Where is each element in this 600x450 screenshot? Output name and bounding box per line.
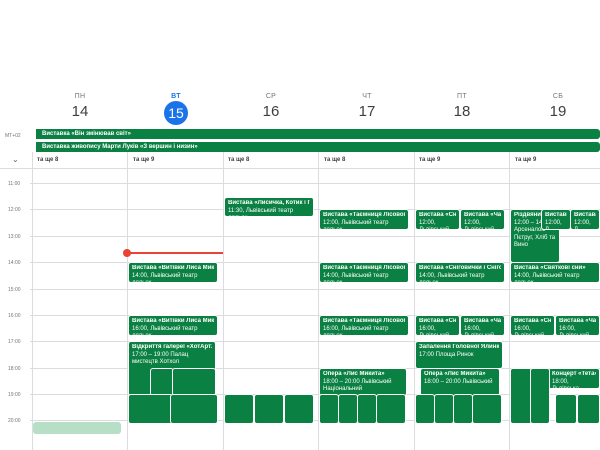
event-block[interactable]	[128, 394, 173, 424]
hour-label: 16:00	[8, 313, 21, 319]
event-block[interactable]	[453, 394, 473, 424]
event-block[interactable]	[170, 394, 218, 424]
more-link[interactable]: та ще 9	[133, 157, 154, 163]
event-block[interactable]	[472, 394, 502, 424]
event-block[interactable]: Виставка12:00, Л	[541, 209, 571, 230]
allday-event[interactable]: Виставка живопису Марти Луків «З вершин …	[36, 142, 600, 152]
event-block[interactable]	[376, 394, 406, 424]
event-block[interactable]: Вистава «Чарівна лампа»12:00, Львівський…	[460, 209, 505, 230]
event-block[interactable]: Вистава «Снігова королева»12:00, Львівсь…	[415, 209, 460, 230]
event-block[interactable]: Вистава «Сніговички і Снігова баба»14:00…	[415, 262, 505, 283]
event-block[interactable]: Вистава «Таємниця Лісового царства»12:00…	[319, 209, 409, 230]
event-block[interactable]	[319, 394, 339, 424]
past-event-block[interactable]	[33, 422, 121, 434]
event-block[interactable]	[224, 394, 254, 424]
day-name-mon: ПН	[74, 93, 86, 100]
event-block[interactable]: Опера «Лис Микита» 18:00 – 20:00 Львівськ…	[420, 368, 500, 396]
event-block[interactable]	[530, 368, 550, 424]
hour-label: 17:00	[8, 339, 21, 345]
event-block[interactable]: Вистава «Таємниця Лісового царства»16:00…	[319, 315, 409, 336]
event-block[interactable]	[434, 394, 454, 424]
day-number-tue-today[interactable]: 15	[164, 101, 188, 125]
event-block[interactable]: Вистава «Снігова королева»16:00, Львівсь…	[510, 315, 555, 336]
hour-line	[30, 289, 600, 290]
event-block[interactable]: Опера «Лис Микита» 18:00 – 20:00 Львівськ…	[319, 368, 407, 396]
day-name-thu: ЧТ	[362, 93, 372, 100]
hour-label: 20:00	[8, 418, 21, 424]
event-block[interactable]: Вистава «Витівки Лиса Микити»16:00, Льві…	[128, 315, 218, 336]
event-block[interactable]	[254, 394, 284, 424]
day-number-mon[interactable]: 14	[32, 103, 128, 120]
hour-label: 13:00	[8, 234, 21, 240]
hour-label: 15:00	[8, 287, 21, 293]
event-block[interactable]	[172, 368, 216, 396]
event-block[interactable]	[338, 394, 358, 424]
hour-label: 11:00	[8, 181, 21, 187]
current-time-line	[127, 252, 223, 254]
hour-label: 12:00	[8, 207, 21, 213]
event-block[interactable]	[577, 394, 600, 424]
event-block[interactable]	[415, 394, 435, 424]
hour-line	[30, 341, 600, 342]
day-name-sat: СБ	[552, 93, 564, 100]
event-block[interactable]	[284, 394, 314, 424]
event-block[interactable]: Вистава12:00, Л	[570, 209, 600, 230]
day-number-fri[interactable]: 18	[414, 103, 510, 120]
event-block[interactable]: Вистава «Снігова королева»16:00, Львівсь…	[415, 315, 460, 336]
allday-event[interactable]: Виставка «Він змінював світ»	[36, 129, 600, 139]
hour-label: 18:00	[8, 366, 21, 372]
event-block[interactable]	[510, 368, 532, 424]
more-link[interactable]: та ще 8	[228, 157, 249, 163]
day-number-sat[interactable]: 19	[510, 103, 600, 120]
day-name-wed: СР	[265, 93, 277, 100]
divider	[0, 168, 600, 169]
day-number-wed[interactable]: 16	[223, 103, 319, 120]
day-divider	[32, 152, 33, 450]
event-block[interactable]	[150, 368, 174, 396]
timezone-label: МТ+02	[5, 133, 21, 139]
more-link[interactable]: та ще 8	[37, 157, 58, 163]
event-block[interactable]: Вистава «Чарівна лампа»16:00, Львівський…	[555, 315, 600, 336]
event-block[interactable]: Концерт «Тета» 18:00, Львівська	[548, 368, 600, 389]
day-name-fri: ПТ	[457, 93, 467, 100]
more-link[interactable]: та ще 8	[324, 157, 345, 163]
day-number-thu[interactable]: 17	[319, 103, 415, 120]
event-block[interactable]: Вистава «Лисичка, Котик і Півник»11:30, …	[224, 197, 314, 217]
event-block[interactable]	[555, 394, 577, 424]
event-block[interactable]	[357, 394, 377, 424]
hour-line	[30, 183, 600, 184]
event-block[interactable]: Вистава «Чарівна лампа»16:00, Львівський…	[460, 315, 505, 336]
more-link[interactable]: та ще 9	[515, 157, 536, 163]
day-name-tue: ВТ	[171, 93, 181, 100]
event-block[interactable]: Запалення Головної Ялинки 17:00 Площа Рин…	[415, 341, 503, 369]
event-block[interactable]: Вистава «Витівки Лиса Микити»14:00, Льві…	[128, 262, 218, 283]
more-link[interactable]: та ще 9	[419, 157, 440, 163]
chevron-down-icon[interactable]: ⌄	[12, 155, 19, 164]
hour-label: 14:00	[8, 260, 21, 266]
hour-label: 19:00	[8, 392, 21, 398]
event-block[interactable]: Вистава «Таємниця Лісового царства»14:00…	[319, 262, 409, 283]
event-block[interactable]: Вистава «Святкові сни» 14:00, Львівський …	[510, 262, 600, 283]
